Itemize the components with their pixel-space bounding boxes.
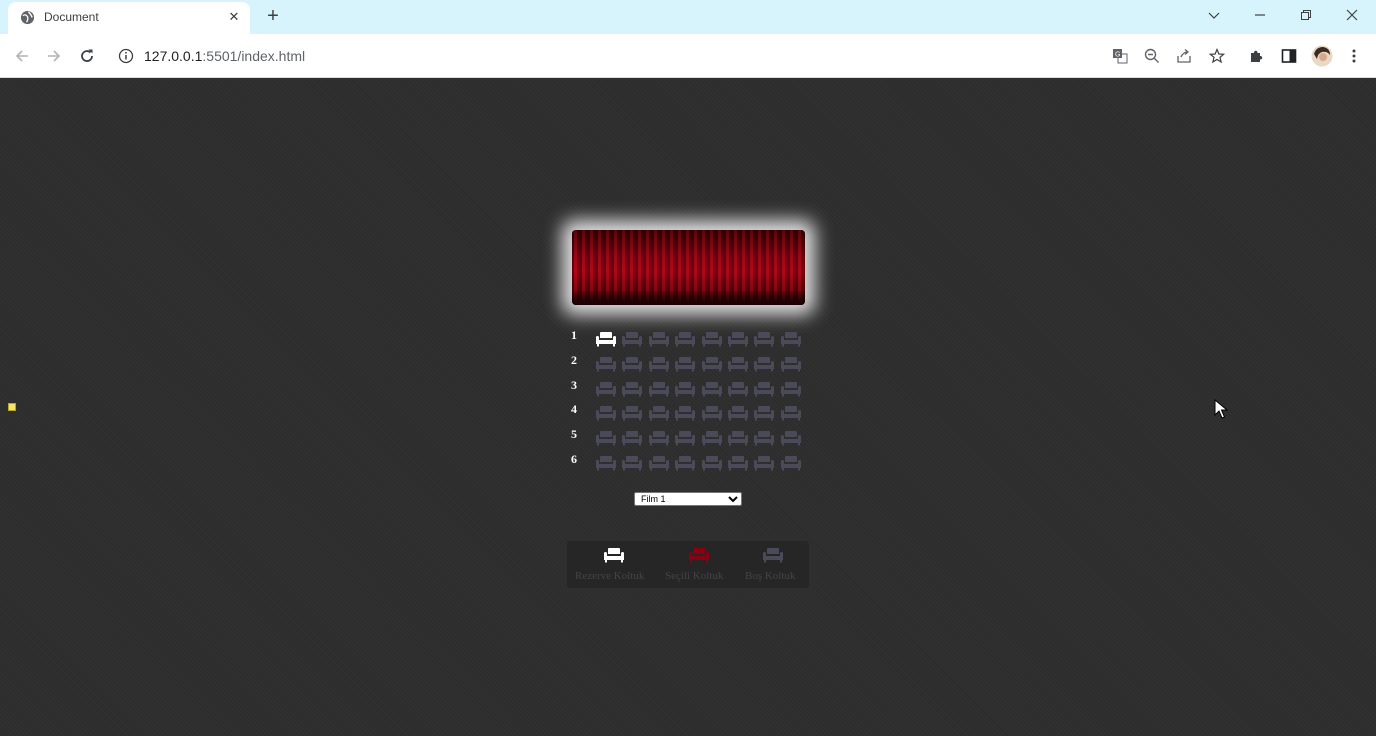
browser-tab[interactable]: Document ✕ [8, 2, 250, 34]
seat-empty[interactable] [753, 405, 775, 421]
seat-empty[interactable] [674, 430, 696, 446]
seat-empty[interactable] [727, 455, 749, 471]
seat-empty[interactable] [595, 381, 617, 397]
page-body: 1 2 3 4 5 6 Film 1 Rezerve Koltuk Seçili Kolt… [0, 78, 1376, 736]
seat-reserved[interactable] [595, 331, 617, 347]
seat-empty[interactable] [674, 455, 696, 471]
seat-empty[interactable] [753, 455, 775, 471]
globe-icon [20, 10, 35, 25]
seat-empty[interactable] [621, 356, 643, 372]
back-arrow-icon[interactable] [10, 44, 34, 68]
plus-icon[interactable]: + [262, 6, 284, 28]
seat-empty[interactable] [727, 405, 749, 421]
url-path: :5501/index.html [202, 48, 306, 64]
address-bar[interactable]: 127.0.0.1:5501/index.html [110, 39, 1146, 73]
seat-empty[interactable] [753, 356, 775, 372]
seat-empty[interactable] [595, 405, 617, 421]
close-icon[interactable]: ✕ [224, 7, 244, 27]
legend-reserved-label: Rezerve Koltuk [575, 570, 645, 582]
seat-empty[interactable] [648, 405, 670, 421]
seat-empty[interactable] [674, 405, 696, 421]
zoom-out-icon[interactable] [1140, 44, 1164, 68]
small-yellow-marker [8, 403, 16, 411]
seat-empty[interactable] [727, 430, 749, 446]
star-icon[interactable] [1205, 44, 1229, 68]
profile-avatar[interactable] [1310, 44, 1334, 68]
legend-reserved: Rezerve Koltuk [575, 541, 653, 588]
seat-empty[interactable] [780, 356, 802, 372]
empty-seat-icon [762, 547, 784, 563]
seat-empty[interactable] [648, 455, 670, 471]
seat-empty[interactable] [648, 331, 670, 347]
side-panel-icon[interactable] [1277, 44, 1301, 68]
seat-empty[interactable] [648, 381, 670, 397]
seat-empty[interactable] [621, 405, 643, 421]
forward-arrow-icon[interactable] [42, 44, 66, 68]
movie-select[interactable]: Film 1 [634, 492, 742, 506]
translate-icon[interactable]: G [1108, 44, 1132, 68]
seat-empty[interactable] [648, 430, 670, 446]
seat-empty[interactable] [753, 331, 775, 347]
row-label: 2 [571, 352, 577, 367]
seat-empty[interactable] [780, 430, 802, 446]
legend-empty: Boş Koltuk [744, 541, 804, 588]
seat-empty[interactable] [701, 430, 723, 446]
seat-empty[interactable] [621, 455, 643, 471]
seat-empty[interactable] [780, 405, 802, 421]
seat-empty[interactable] [701, 455, 723, 471]
chevron-down-icon[interactable] [1191, 0, 1237, 30]
seat-empty[interactable] [701, 356, 723, 372]
seat-empty[interactable] [621, 430, 643, 446]
seat-empty[interactable] [727, 356, 749, 372]
seat-empty[interactable] [674, 381, 696, 397]
tab-title: Document [44, 10, 99, 24]
seat-legend: Rezerve Koltuk Seçili Koltuk Boş Koltuk [567, 541, 809, 588]
selected-seat-icon [688, 547, 710, 563]
row-label: 1 [571, 328, 577, 342]
row-label: 6 [571, 452, 577, 466]
stage-floor [572, 291, 805, 305]
puzzle-icon[interactable] [1245, 44, 1269, 68]
seat-empty[interactable] [753, 430, 775, 446]
seat-empty[interactable] [727, 381, 749, 397]
window-close-icon[interactable] [1329, 0, 1375, 30]
reload-icon[interactable] [75, 44, 99, 68]
share-icon[interactable] [1172, 44, 1196, 68]
url-text: 127.0.0.1:5501/index.html [144, 48, 305, 64]
legend-empty-label: Boş Koltuk [745, 570, 796, 582]
seat-empty[interactable] [753, 381, 775, 397]
seat-empty[interactable] [780, 455, 802, 471]
seat-empty[interactable] [595, 356, 617, 372]
seat-empty[interactable] [701, 331, 723, 347]
seat-empty[interactable] [595, 455, 617, 471]
seat-empty[interactable] [621, 381, 643, 397]
svg-text:G: G [1115, 52, 1120, 59]
reserved-seat-icon [603, 547, 625, 563]
row-label: 3 [571, 377, 577, 392]
seat-empty[interactable] [780, 381, 802, 397]
row-label: 5 [571, 427, 577, 442]
seat-empty[interactable] [780, 331, 802, 347]
mouse-cursor-icon [1214, 399, 1228, 419]
seat-empty[interactable] [727, 331, 749, 347]
minimize-icon[interactable] [1237, 0, 1283, 30]
seat-empty[interactable] [648, 356, 670, 372]
seat-empty[interactable] [701, 381, 723, 397]
legend-selected-label: Seçili Koltuk [665, 570, 724, 582]
url-host: 127.0.0.1 [144, 48, 203, 64]
cinema-screen [572, 230, 805, 305]
restore-icon[interactable] [1283, 0, 1329, 30]
browser-toolbar: 127.0.0.1:5501/index.html G [0, 34, 1376, 78]
menu-dots-icon[interactable] [1342, 44, 1366, 68]
seat-empty[interactable] [595, 430, 617, 446]
seat-empty[interactable] [621, 331, 643, 347]
info-icon[interactable] [118, 48, 134, 64]
legend-selected: Seçili Koltuk [665, 541, 735, 588]
seat-empty[interactable] [701, 405, 723, 421]
seat-empty[interactable] [674, 331, 696, 347]
tab-strip: Document ✕ + [0, 0, 1376, 34]
row-label: 4 [571, 402, 577, 417]
seat-empty[interactable] [674, 356, 696, 372]
